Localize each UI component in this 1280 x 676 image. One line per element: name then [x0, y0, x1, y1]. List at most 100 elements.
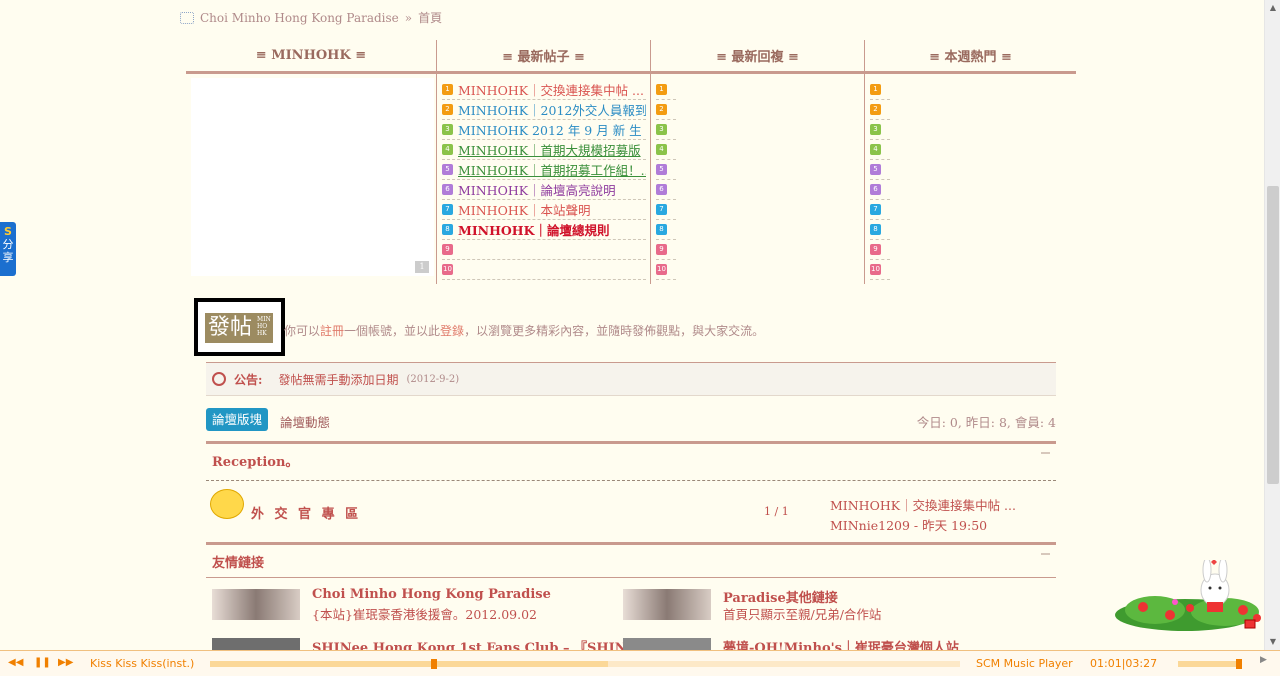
list-item[interactable]: 1 MINHOHK｜交換連接集中帖 ... — [442, 80, 646, 100]
link-thumbnail[interactable] — [212, 638, 300, 650]
list-item: 2 — [870, 100, 890, 120]
slideshow-image[interactable]: 1 — [191, 78, 434, 276]
breadcrumb: Choi Minho Hong Kong Paradise » 首頁 — [180, 9, 442, 26]
rank-number-icon: 9 — [870, 244, 881, 255]
list-item: 9 — [656, 240, 676, 260]
progress-knob[interactable] — [431, 659, 438, 669]
new-post-button[interactable]: 發帖 MINHOHK — [194, 298, 285, 356]
list-item[interactable]: 6 MINHOHK｜論壇高亮說明 — [442, 180, 646, 200]
player-toggle-icon[interactable]: ▶ — [1260, 655, 1267, 665]
post-title-link[interactable]: MINHOHK｜論壇高亮說明 — [458, 180, 616, 199]
list-item[interactable]: 10 — [442, 260, 646, 280]
section-reception-header: Reception。 — [206, 441, 1056, 477]
announcement-label: 公告: — [234, 372, 263, 387]
announcement-link[interactable]: 發帖無需手動添加日期 — [278, 371, 398, 388]
post-title-link[interactable]: MINHOHK｜交換連接集中帖 ... — [458, 80, 644, 99]
forum-last-post-link[interactable]: MINHOHK｜交換連接集中帖 ... — [830, 495, 1016, 514]
list-item: 10 — [870, 260, 890, 280]
music-player: ◀◀ ❚❚ ▶▶ Kiss Kiss Kiss(inst.) SCM Music… — [0, 650, 1280, 676]
top-columns: ≡ MINHOHK ≡ ≡ 最新帖子 ≡ ≡ 最新回複 ≡ ≡ 本週熱門 ≡ 1… — [186, 40, 1076, 284]
list-item: 3 — [870, 120, 890, 140]
list-item: 1 — [656, 80, 676, 100]
post-title-link[interactable]: MINHOHK｜論壇總規則 — [458, 220, 609, 239]
column-header-minhohk: ≡ MINHOHK ≡ — [186, 40, 436, 74]
tab-forum-boards[interactable]: 論壇版塊 — [206, 408, 268, 431]
list-item: 9 — [870, 240, 890, 260]
list-item: 5 — [656, 160, 676, 180]
scrollbar-thumb[interactable] — [1267, 186, 1279, 484]
page-scrollbar[interactable]: ▲ ▼ — [1264, 0, 1280, 650]
announcement-bar: 公告: 發帖無需手動添加日期 (2012-9-2) — [206, 362, 1056, 396]
post-title-link[interactable]: MINHOHK｜2012外交人員報到 — [458, 100, 646, 119]
list-item: 7 — [656, 200, 676, 220]
link-thumbnail[interactable] — [623, 589, 711, 620]
list-item: 5 — [870, 160, 890, 180]
share-label-1: 分 — [2, 238, 14, 251]
share-label-2: 享 — [2, 251, 14, 264]
collapse-icon[interactable] — [1041, 452, 1050, 454]
rank-number-icon: 9 — [442, 244, 453, 255]
rank-number-icon: 2 — [442, 104, 453, 115]
breadcrumb-separator: » — [404, 10, 413, 25]
link-thumbnail[interactable] — [623, 638, 711, 650]
post-title-link[interactable]: MINHOHK｜本站聲明 — [458, 200, 591, 219]
breadcrumb-site-link[interactable]: Choi Minho Hong Kong Paradise — [200, 11, 399, 25]
rank-number-icon: 1 — [870, 84, 881, 95]
volume-slider[interactable] — [1178, 659, 1242, 669]
player-name[interactable]: SCM Music Player — [976, 657, 1073, 670]
rank-number-icon: 4 — [656, 144, 667, 155]
list-item[interactable]: 3 MINHOHK 2012 年 9 月 新 生 報 — [442, 120, 646, 140]
rank-number-icon: 2 — [656, 104, 667, 115]
link-description: 首頁只顯示至親/兄弟/合作站 — [723, 607, 882, 622]
rank-number-icon: 7 — [656, 204, 667, 215]
forum-last-post-meta[interactable]: MINnie1209 - 昨天 19:50 — [830, 515, 987, 534]
section-links-header: 友情鏈接 — [206, 542, 1056, 578]
register-link[interactable]: 註冊 — [320, 324, 344, 338]
post-title-link[interactable]: MINHOHK｜首期大規模招募版 — [458, 140, 641, 159]
post-title-link[interactable]: MINHOHK｜首期招募工作組！... — [458, 160, 646, 179]
register-invite: 你可以註冊一個帳號，並以此登錄，以瀏覽更多精彩內容，並隨時發佈觀點，與大家交流。 — [284, 324, 765, 338]
list-item[interactable]: 8 MINHOHK｜論壇總規則 — [442, 220, 646, 240]
progress-bar[interactable] — [210, 659, 960, 669]
list-item: 4 — [656, 140, 676, 160]
prev-icon[interactable]: ◀◀ — [8, 657, 23, 668]
pause-icon[interactable]: ❚❚ — [34, 657, 51, 668]
rank-number-icon: 6 — [870, 184, 881, 195]
list-item[interactable]: 4 MINHOHK｜首期大規模招募版 — [442, 140, 646, 160]
list-item[interactable]: 9 — [442, 240, 646, 260]
share-tab[interactable]: S 分 享 — [0, 222, 16, 276]
list-item[interactable]: 2 MINHOHK｜2012外交人員報到 — [442, 100, 646, 120]
list-item: 6 — [870, 180, 890, 200]
track-title: Kiss Kiss Kiss(inst.) — [90, 657, 195, 670]
breadcrumb-current[interactable]: 首頁 — [418, 9, 442, 26]
slideshow-pager[interactable]: 1 — [415, 261, 429, 273]
rank-number-icon: 2 — [870, 104, 881, 115]
rank-number-icon: 3 — [442, 124, 453, 135]
track-time: 01:01|03:27 — [1090, 657, 1158, 670]
rank-number-icon: 4 — [870, 144, 881, 155]
bunny-decoration[interactable] — [1115, 560, 1270, 635]
column-header-weekly-hot: ≡ 本週熱門 ≡ — [865, 40, 1076, 74]
rank-number-icon: 7 — [870, 204, 881, 215]
collapse-icon[interactable] — [1041, 553, 1050, 555]
volume-knob[interactable] — [1236, 659, 1242, 669]
list-item: 2 — [656, 100, 676, 120]
next-icon[interactable]: ▶▶ — [58, 657, 73, 668]
column-header-latest-posts: ≡ 最新帖子 ≡ — [437, 40, 650, 74]
home-icon[interactable] — [180, 11, 194, 24]
scroll-up-icon[interactable]: ▲ — [1265, 0, 1280, 16]
section-reception-title[interactable]: Reception。 — [212, 451, 298, 470]
forum-row: 外 交 官 專 區 1 / 1 MINHOHK｜交換連接集中帖 ... MINn… — [206, 480, 1056, 541]
link-title[interactable]: Choi Minho Hong Kong Paradise — [312, 587, 551, 602]
section-links-title: 友情鏈接 — [212, 555, 265, 571]
scroll-down-icon[interactable]: ▼ — [1265, 634, 1280, 650]
list-item[interactable]: 5 MINHOHK｜首期招募工作組！... — [442, 160, 646, 180]
list-item[interactable]: 7 MINHOHK｜本站聲明 — [442, 200, 646, 220]
tab-forum-activity[interactable]: 論壇動態 — [280, 412, 330, 431]
weekly-hot-list: 1 2 3 4 5 6 7 8 9 10 — [870, 80, 890, 280]
forum-name-link[interactable]: 外 交 官 專 區 — [251, 503, 361, 522]
login-link[interactable]: 登錄 — [440, 324, 464, 338]
link-thumbnail[interactable] — [212, 589, 300, 620]
post-title-link[interactable]: MINHOHK 2012 年 9 月 新 生 報 — [458, 120, 646, 139]
rank-number-icon: 5 — [870, 164, 881, 175]
